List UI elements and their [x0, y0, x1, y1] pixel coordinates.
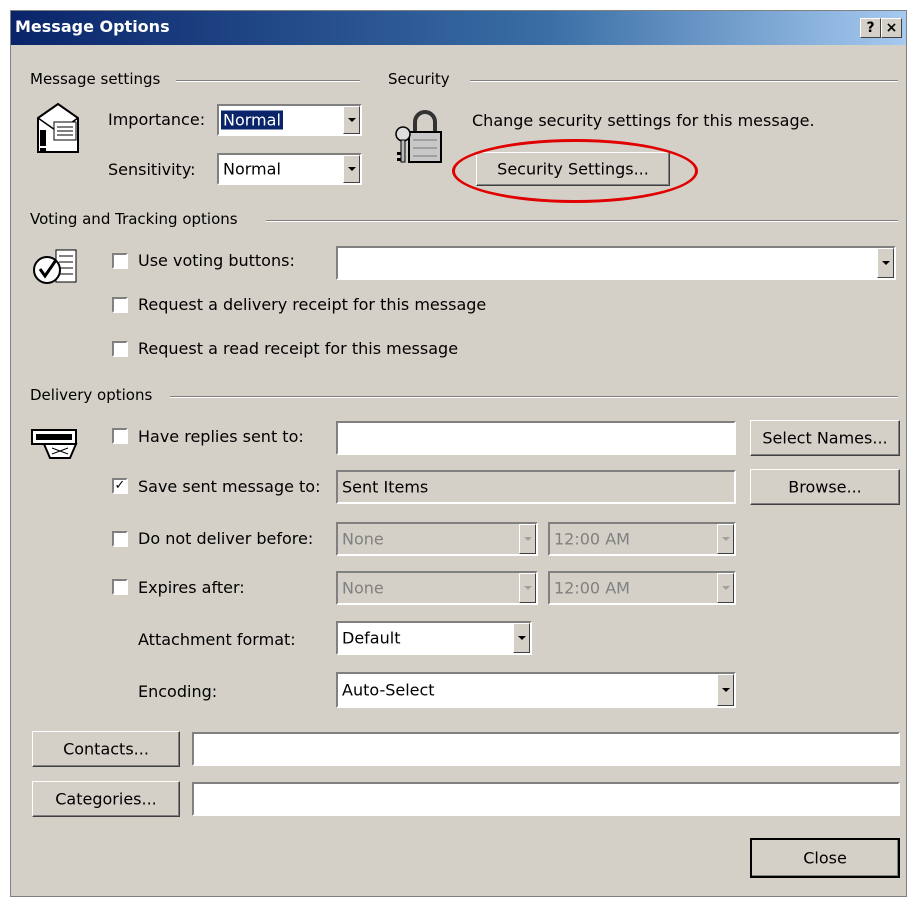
attachment-format-label: Attachment format:: [138, 630, 296, 649]
delivery-divider: [170, 396, 898, 398]
browse-label: Browse...: [788, 477, 862, 497]
do-not-deliver-date-value: None: [342, 529, 384, 549]
categories-input[interactable]: [192, 782, 900, 816]
do-not-deliver-time-select: 12:00 AM: [548, 522, 736, 556]
expires-time-value: 12:00 AM: [554, 578, 630, 598]
expires-date-select: None: [336, 571, 538, 605]
read-receipt-label: Request a read receipt for this message: [138, 339, 459, 358]
delivery-receipt-label: Request a delivery receipt for this mess…: [138, 295, 487, 314]
message-settings-divider: [176, 80, 360, 82]
message-settings-heading: Message settings: [30, 70, 161, 88]
select-names-button[interactable]: Select Names...: [750, 420, 900, 456]
attachment-format-value: Default: [342, 628, 401, 648]
importance-value: Normal: [221, 110, 283, 130]
have-replies-checkbox[interactable]: [112, 428, 128, 444]
chevron-down-icon[interactable]: [717, 674, 734, 706]
chevron-down-icon: [717, 573, 734, 603]
voting-buttons-select[interactable]: [336, 246, 896, 280]
browse-button[interactable]: Browse...: [750, 469, 900, 505]
lock-key-icon: [393, 104, 447, 170]
contacts-label: Contacts...: [63, 739, 149, 759]
message-settings-icon: [32, 100, 84, 164]
security-divider: [470, 80, 898, 82]
voting-divider: [266, 220, 898, 222]
do-not-deliver-checkbox[interactable]: [112, 531, 128, 547]
window-title: Message Options: [15, 17, 170, 36]
expires-time-select: 12:00 AM: [548, 571, 736, 605]
contacts-button[interactable]: Contacts...: [32, 731, 180, 767]
select-names-label: Select Names...: [762, 428, 888, 448]
save-sent-checkbox[interactable]: ✓: [112, 478, 128, 494]
expires-checkbox[interactable]: [112, 579, 128, 595]
categories-button[interactable]: Categories...: [32, 781, 180, 817]
do-not-deliver-date-select: None: [336, 522, 538, 556]
close-window-button[interactable]: ×: [881, 18, 902, 38]
close-button[interactable]: Close: [750, 838, 900, 878]
contacts-input[interactable]: [192, 732, 900, 766]
chevron-down-icon: [717, 524, 734, 554]
help-button[interactable]: ?: [860, 18, 881, 38]
sensitivity-value: Normal: [223, 159, 281, 179]
categories-label: Categories...: [55, 789, 157, 809]
encoding-label: Encoding:: [138, 682, 218, 701]
importance-label: Importance:: [108, 110, 206, 129]
save-sent-folder-field: Sent Items: [336, 470, 736, 504]
do-not-deliver-time-value: 12:00 AM: [554, 529, 630, 549]
expires-label: Expires after:: [138, 578, 245, 597]
sensitivity-label: Sensitivity:: [108, 160, 196, 179]
delivery-receipt-checkbox[interactable]: [112, 297, 128, 313]
delivery-envelope-icon: [30, 424, 86, 464]
chevron-down-icon[interactable]: [343, 106, 360, 134]
save-sent-label: Save sent message to:: [138, 477, 321, 496]
importance-select[interactable]: Normal: [217, 104, 362, 136]
security-description: Change security settings for this messag…: [472, 111, 815, 130]
attachment-format-select[interactable]: Default: [336, 621, 532, 655]
sensitivity-select[interactable]: Normal: [217, 153, 362, 185]
security-heading: Security: [388, 70, 450, 88]
use-voting-checkbox[interactable]: [112, 253, 128, 269]
read-receipt-checkbox[interactable]: [112, 341, 128, 357]
save-sent-folder-value: Sent Items: [342, 477, 429, 497]
use-voting-label: Use voting buttons:: [138, 251, 295, 270]
highlight-ellipse: [452, 139, 698, 203]
voting-heading: Voting and Tracking options: [30, 210, 238, 228]
expires-date-value: None: [342, 578, 384, 598]
delivery-heading: Delivery options: [30, 386, 153, 404]
title-bar[interactable]: Message Options ? ×: [11, 11, 906, 45]
chevron-down-icon[interactable]: [343, 155, 360, 183]
chevron-down-icon: [519, 524, 536, 554]
voting-checkmark-icon: [30, 244, 80, 288]
have-replies-input[interactable]: [336, 421, 736, 455]
chevron-down-icon[interactable]: [513, 623, 530, 653]
encoding-value: Auto-Select: [342, 680, 435, 700]
do-not-deliver-label: Do not deliver before:: [138, 529, 314, 548]
chevron-down-icon: [519, 573, 536, 603]
close-label: Close: [803, 848, 847, 868]
have-replies-label: Have replies sent to:: [138, 427, 304, 446]
encoding-select[interactable]: Auto-Select: [336, 672, 736, 708]
chevron-down-icon[interactable]: [877, 248, 894, 278]
